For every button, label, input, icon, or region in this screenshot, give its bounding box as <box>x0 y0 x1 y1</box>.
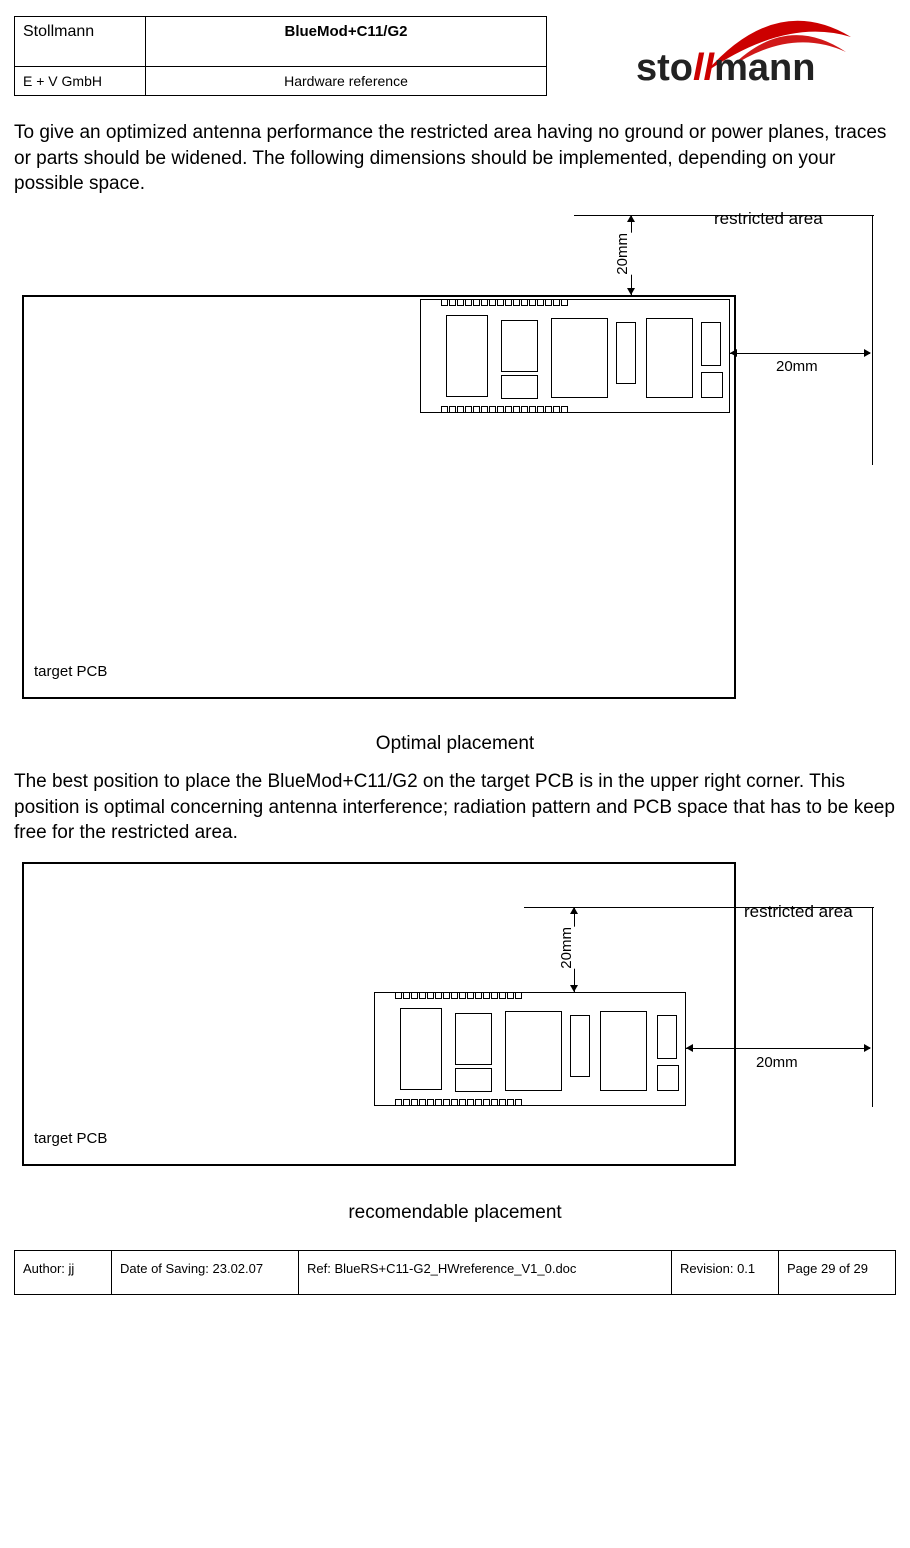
arrowhead-icon <box>570 907 578 914</box>
header-left-cell: Stollmann E + V GmbH <box>14 16 146 96</box>
company-name: Stollmann <box>15 17 145 67</box>
target-pcb-label: target PCB <box>34 663 107 680</box>
target-pcb-label: target PCB <box>34 1130 107 1147</box>
arrowhead-icon <box>627 215 635 222</box>
module-component <box>570 1015 590 1077</box>
module-component <box>646 318 693 398</box>
stollmann-logo: stollmann <box>626 16 896 96</box>
arrowhead-icon <box>686 1044 693 1052</box>
dim-line-horizontal <box>730 353 870 354</box>
module-pads-top <box>441 299 568 306</box>
footer-ref: Ref: BlueRS+C11-G2_HWreference_V1_0.doc <box>299 1251 672 1294</box>
module-component <box>501 320 538 372</box>
guideline <box>872 907 873 1107</box>
module-component <box>616 322 636 384</box>
arrowhead-icon <box>864 349 871 357</box>
module-component <box>701 372 723 398</box>
logo-container: stollmann <box>547 16 896 96</box>
module-chip <box>505 1011 562 1091</box>
restricted-area-label: restricted area <box>744 902 853 922</box>
module-outline <box>420 299 730 413</box>
caption-optimal: Optimal placement <box>14 733 896 755</box>
footer-date: Date of Saving: 23.02.07 <box>112 1251 299 1294</box>
intro-paragraph: To give an optimized antenna performance… <box>14 120 896 197</box>
arrowhead-icon <box>864 1044 871 1052</box>
figure-optimal-placement: restricted area 20mm target PCB <box>14 203 896 723</box>
guideline <box>574 215 874 216</box>
footer-author: Author: jj <box>15 1251 112 1294</box>
module-pads-bottom <box>441 406 568 413</box>
module-component <box>501 375 538 399</box>
dim-top-label: 20mm <box>556 927 577 969</box>
dim-line-horizontal <box>686 1048 870 1049</box>
caption-recommendable: recomendable placement <box>14 1202 896 1224</box>
module-component <box>701 322 721 366</box>
dim-right-label: 20mm <box>754 1054 800 1071</box>
header-mid-cell: BlueMod+C11/G2 Hardware reference <box>146 16 547 96</box>
logo-text: stollmann <box>636 47 815 90</box>
module-component <box>446 315 488 397</box>
arrowhead-icon <box>730 349 737 357</box>
module-component <box>400 1008 442 1090</box>
dim-right-label: 20mm <box>774 358 820 375</box>
restricted-area-label: restricted area <box>714 209 823 229</box>
footer-revision: Revision: 0.1 <box>672 1251 779 1294</box>
document-footer: Author: jj Date of Saving: 23.02.07 Ref:… <box>14 1250 896 1295</box>
module-pads-top <box>395 992 522 999</box>
company-subtitle: E + V GmbH <box>15 67 145 95</box>
module-component <box>657 1065 679 1091</box>
arrowhead-icon <box>570 985 578 992</box>
footer-page: Page 29 of 29 <box>779 1251 895 1294</box>
figure-recommendable-placement: target PCB restricted area 20mm <box>14 852 896 1192</box>
module-component <box>455 1068 492 1092</box>
module-chip <box>551 318 608 398</box>
guideline <box>524 907 874 908</box>
module-component <box>657 1015 677 1059</box>
module-component <box>455 1013 492 1065</box>
document-type: Hardware reference <box>146 67 546 95</box>
second-paragraph: The best position to place the BlueMod+C… <box>14 769 896 846</box>
guideline <box>872 215 873 465</box>
module-outline <box>374 992 686 1106</box>
document-header: Stollmann E + V GmbH BlueMod+C11/G2 Hard… <box>14 16 896 96</box>
dim-top-label: 20mm <box>612 233 633 275</box>
module-component <box>600 1011 647 1091</box>
module-pads-bottom <box>395 1099 522 1106</box>
arrowhead-icon <box>627 288 635 295</box>
product-name: BlueMod+C11/G2 <box>146 17 546 67</box>
